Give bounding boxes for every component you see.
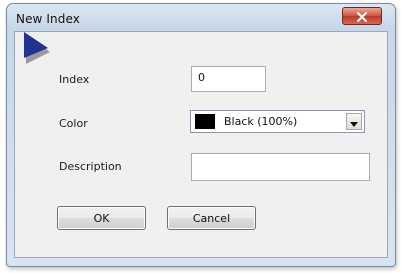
close-icon [356,7,368,26]
window-title: New Index [16,12,80,26]
color-swatch [195,114,215,129]
index-label: Index [59,73,90,86]
index-input[interactable]: 0 [191,66,266,92]
color-label: Color [59,117,88,130]
color-select[interactable]: Black (100%) [190,110,365,133]
chevron-down-icon [350,112,358,131]
description-label: Description [59,160,122,173]
ok-button[interactable]: OK [57,206,146,230]
description-input[interactable] [191,153,370,181]
color-select-value: Black (100%) [224,115,298,128]
app-logo-icon [24,32,50,64]
close-button[interactable] [342,7,382,25]
cancel-button[interactable]: Cancel [167,206,256,230]
dropdown-arrow-button[interactable] [346,113,362,130]
